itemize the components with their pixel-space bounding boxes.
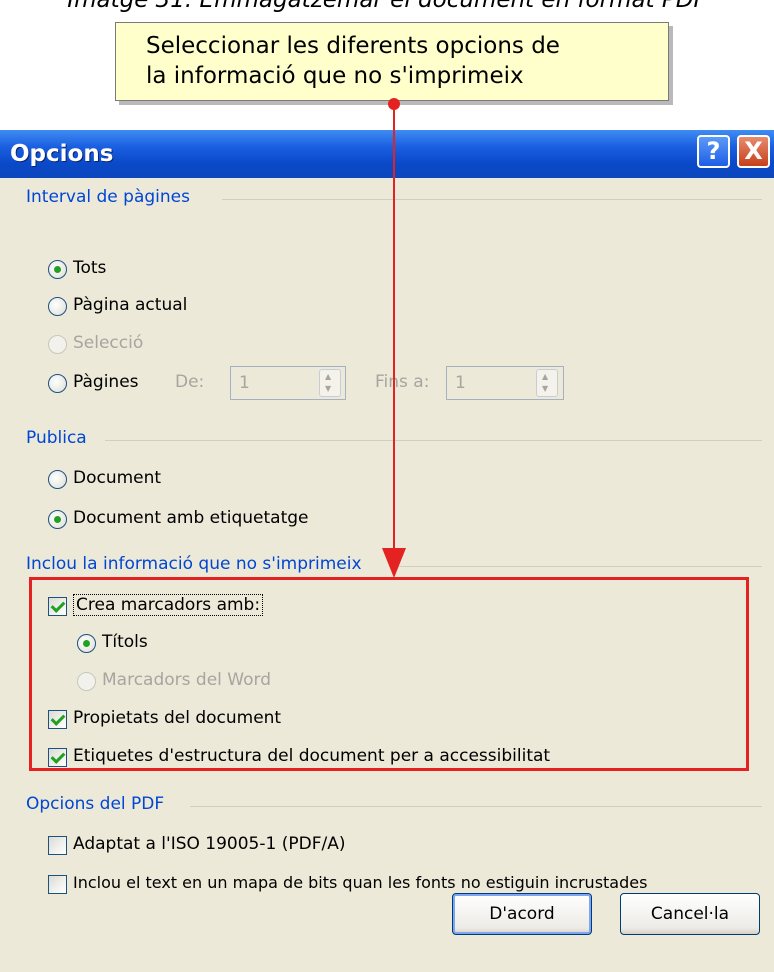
annotation-arrowhead [382, 548, 406, 578]
annotation-arrow [382, 98, 406, 578]
